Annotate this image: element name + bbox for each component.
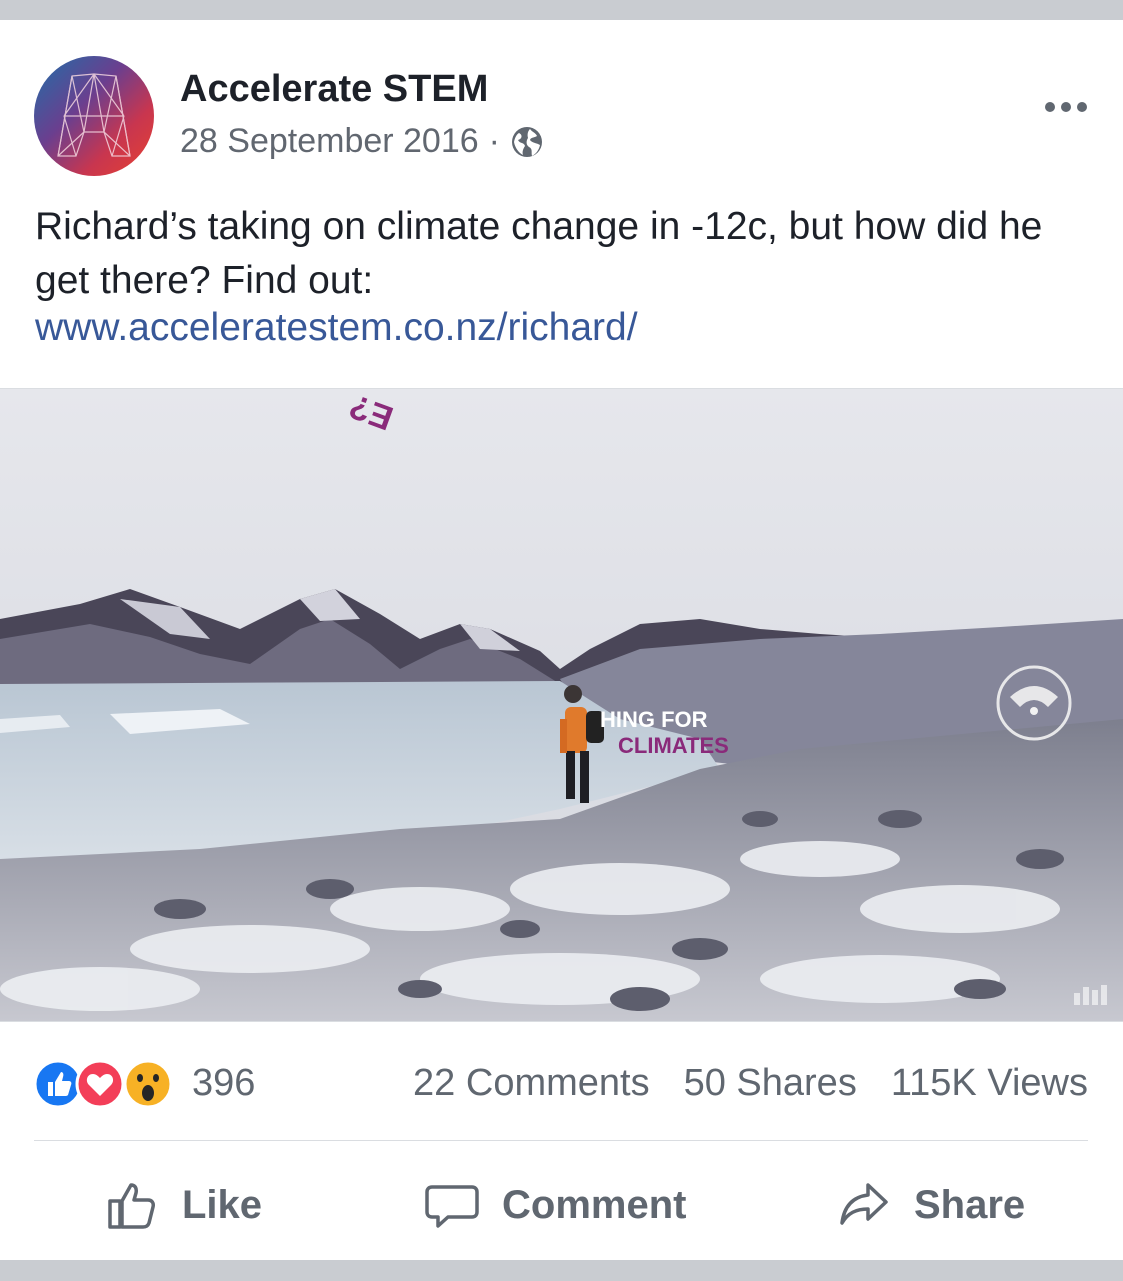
post-video[interactable]: HING FOR CLIMATES E? [0,388,1123,1022]
engagement-stats: 22 Comments 50 Shares 115K Views [413,1062,1088,1105]
video-frame: HING FOR CLIMATES E? [0,389,1123,1021]
love-reaction-icon [75,1060,125,1108]
post-text: Richard’s taking on climate change in -1… [35,205,1043,302]
globe-icon [512,126,542,157]
overlay-text-line2: CLIMATES [618,733,729,758]
comments-count[interactable]: 22 Comments [413,1062,650,1105]
overlay-text-line1: HING FOR [600,707,708,732]
divider [34,1140,1088,1141]
comment-label: Comment [502,1182,687,1227]
like-label: Like [182,1182,263,1227]
shares-count[interactable]: 50 Shares [684,1062,857,1105]
like-reaction-icon [34,1060,83,1108]
logo-a-icon [57,73,131,157]
share-arrow-icon [840,1183,888,1225]
reaction-count[interactable]: 396 [192,1062,255,1105]
meta-separator: · [488,122,500,160]
share-button[interactable]: Share [836,1160,1025,1250]
reaction-icons[interactable] [34,1060,184,1108]
post-meta: 28 September 2016 · [180,122,544,161]
comment-button[interactable]: Comment [424,1160,686,1250]
like-button[interactable]: Like [104,1160,262,1250]
post-date[interactable]: 28 September 2016 [180,122,479,161]
post-link[interactable]: www.acceleratestem.co.nz/richard/ [35,306,638,350]
post-stats: 396 22 Comments 50 Shares 115K Views [34,1056,1088,1110]
action-bar: Like Comment Share [0,1160,1123,1250]
thumbs-up-icon [108,1183,155,1229]
page-name[interactable]: Accelerate STEM [180,68,488,111]
page-avatar[interactable] [34,56,154,176]
comment-bubble-icon [425,1185,479,1228]
share-label: Share [914,1182,1026,1227]
more-options-icon[interactable] [1045,102,1087,112]
views-count: 115K Views [890,1062,1088,1104]
post-card: Accelerate STEM 28 September 2016 · Rich… [0,20,1123,1260]
post-header: Accelerate STEM 28 September 2016 · [0,20,1123,190]
wow-reaction-icon [123,1060,173,1108]
